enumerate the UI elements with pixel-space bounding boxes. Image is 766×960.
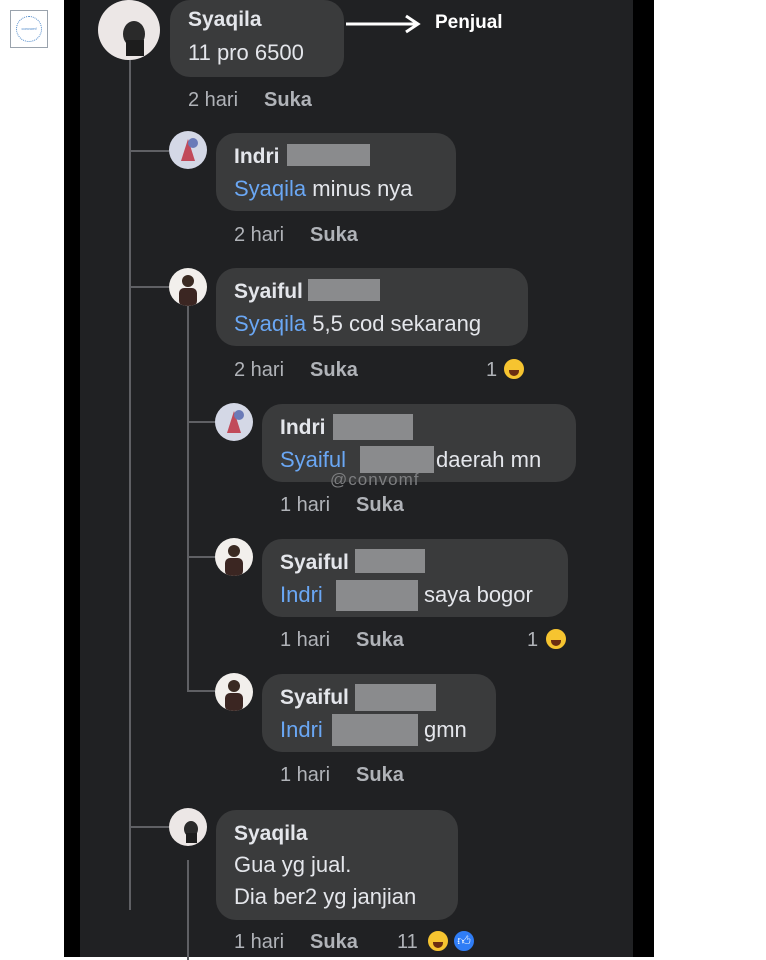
thread-connector [129,286,169,288]
thread-line-nested [187,305,189,690]
comment-time[interactable]: 1 hari [280,494,330,516]
comment-text: Dia ber2 yg janjian [234,884,417,909]
comment-text: Indri [280,717,323,743]
commenter-name[interactable]: Syaiful [234,280,303,304]
comment-text: Indri [280,582,323,608]
thread-connector [129,826,169,828]
comment-time[interactable]: 2 hari [234,224,284,246]
comment-text: gmn [424,717,467,742]
commenter-name[interactable]: Syaqila [188,8,262,32]
like-button[interactable]: Suka [356,629,404,651]
avatar-figure-icon [227,410,244,433]
avatar[interactable] [169,808,207,846]
comment-time[interactable]: 1 hari [234,931,284,953]
thread-line-tail [187,860,189,960]
like-button[interactable]: Suka [356,494,404,516]
like-button[interactable]: Suka [310,931,358,953]
arrow-right-icon [346,14,421,34]
comment-meta: 1 hari Suka [280,494,404,517]
comment-text: Syaqila 5,5 cod sekarang [234,311,482,336]
redacted-block [287,144,370,166]
commenter-name[interactable]: Indri [280,416,326,440]
mention-link[interactable]: Indri [280,582,323,607]
like-button[interactable]: Suka [310,224,358,246]
mention-link[interactable]: Syaiful [280,447,346,472]
redacted-block [333,414,413,440]
comment-meta: 1 hari Suka [280,764,404,787]
redacted-block [336,580,418,611]
annotation-label: Penjual [435,12,503,33]
comment-time[interactable]: 2 hari [234,359,284,381]
mention-link[interactable]: Indri [280,717,323,742]
comment-text: daerah mn [436,447,542,472]
avatar-figure-icon [184,821,198,843]
comment-text: 11 pro 6500 [188,40,304,65]
thread-connector [187,421,215,423]
mention-link[interactable]: Syaqila [234,176,306,201]
comment-meta: 1 hari Suka [280,629,404,652]
comment-meta: 1 hari Suka [234,931,358,954]
watermark-logo: convomf [10,10,48,48]
avatar-figure-icon [181,138,198,161]
comment-meta: 2 hari Suka [234,224,358,247]
avatar[interactable] [215,538,253,576]
avatar[interactable] [98,0,160,60]
logo-ring: convomf [16,16,42,42]
like-button[interactable]: Suka [310,359,358,381]
commenter-name[interactable]: Syaqila [234,822,308,846]
watermark-text: @convomf [330,470,420,489]
avatar[interactable] [169,268,207,306]
thread-connector [187,556,215,558]
mention-link[interactable]: Syaqila [234,311,306,336]
avatar[interactable] [215,403,253,441]
like-button[interactable]: Suka [356,764,404,786]
comment-text: Syaqila minus nya [234,176,413,201]
reaction-count[interactable]: 1 [527,629,538,652]
commenter-name[interactable]: Syaiful [280,551,349,575]
like-button[interactable]: Suka [264,89,312,111]
avatar-figure-icon [225,545,243,576]
redacted-block [332,714,418,746]
thread-connector [187,690,215,692]
comment-text: Gua yg jual. [234,852,352,877]
reaction-count[interactable]: 11 [397,931,418,954]
comment-time[interactable]: 2 hari [188,89,238,111]
thread-line-main [129,60,131,910]
comment-meta: 2 hari Suka [188,89,312,112]
logo-text: convomf [21,26,37,31]
avatar[interactable] [215,673,253,711]
commenter-name[interactable]: Indri [234,145,280,169]
haha-reaction-icon[interactable] [502,357,526,381]
thumbs-up-reaction-icon[interactable]: 👍︎ [452,929,476,953]
redacted-block [355,684,436,711]
commenter-name[interactable]: Syaiful [280,686,349,710]
comment-meta: 2 hari Suka [234,359,358,382]
haha-reaction-icon[interactable] [426,929,450,953]
comment-time[interactable]: 1 hari [280,629,330,651]
redacted-block [355,549,425,573]
avatar[interactable] [169,131,207,169]
redacted-block [360,446,434,473]
haha-reaction-icon[interactable] [544,627,568,651]
avatar-figure-icon [123,21,145,56]
thread-connector [129,150,169,152]
avatar-figure-icon [225,680,243,711]
redacted-block [308,279,380,301]
reaction-count[interactable]: 1 [486,359,497,382]
avatar-figure-icon [179,275,197,306]
comment-text: saya bogor [424,582,533,607]
comment-time[interactable]: 1 hari [280,764,330,786]
